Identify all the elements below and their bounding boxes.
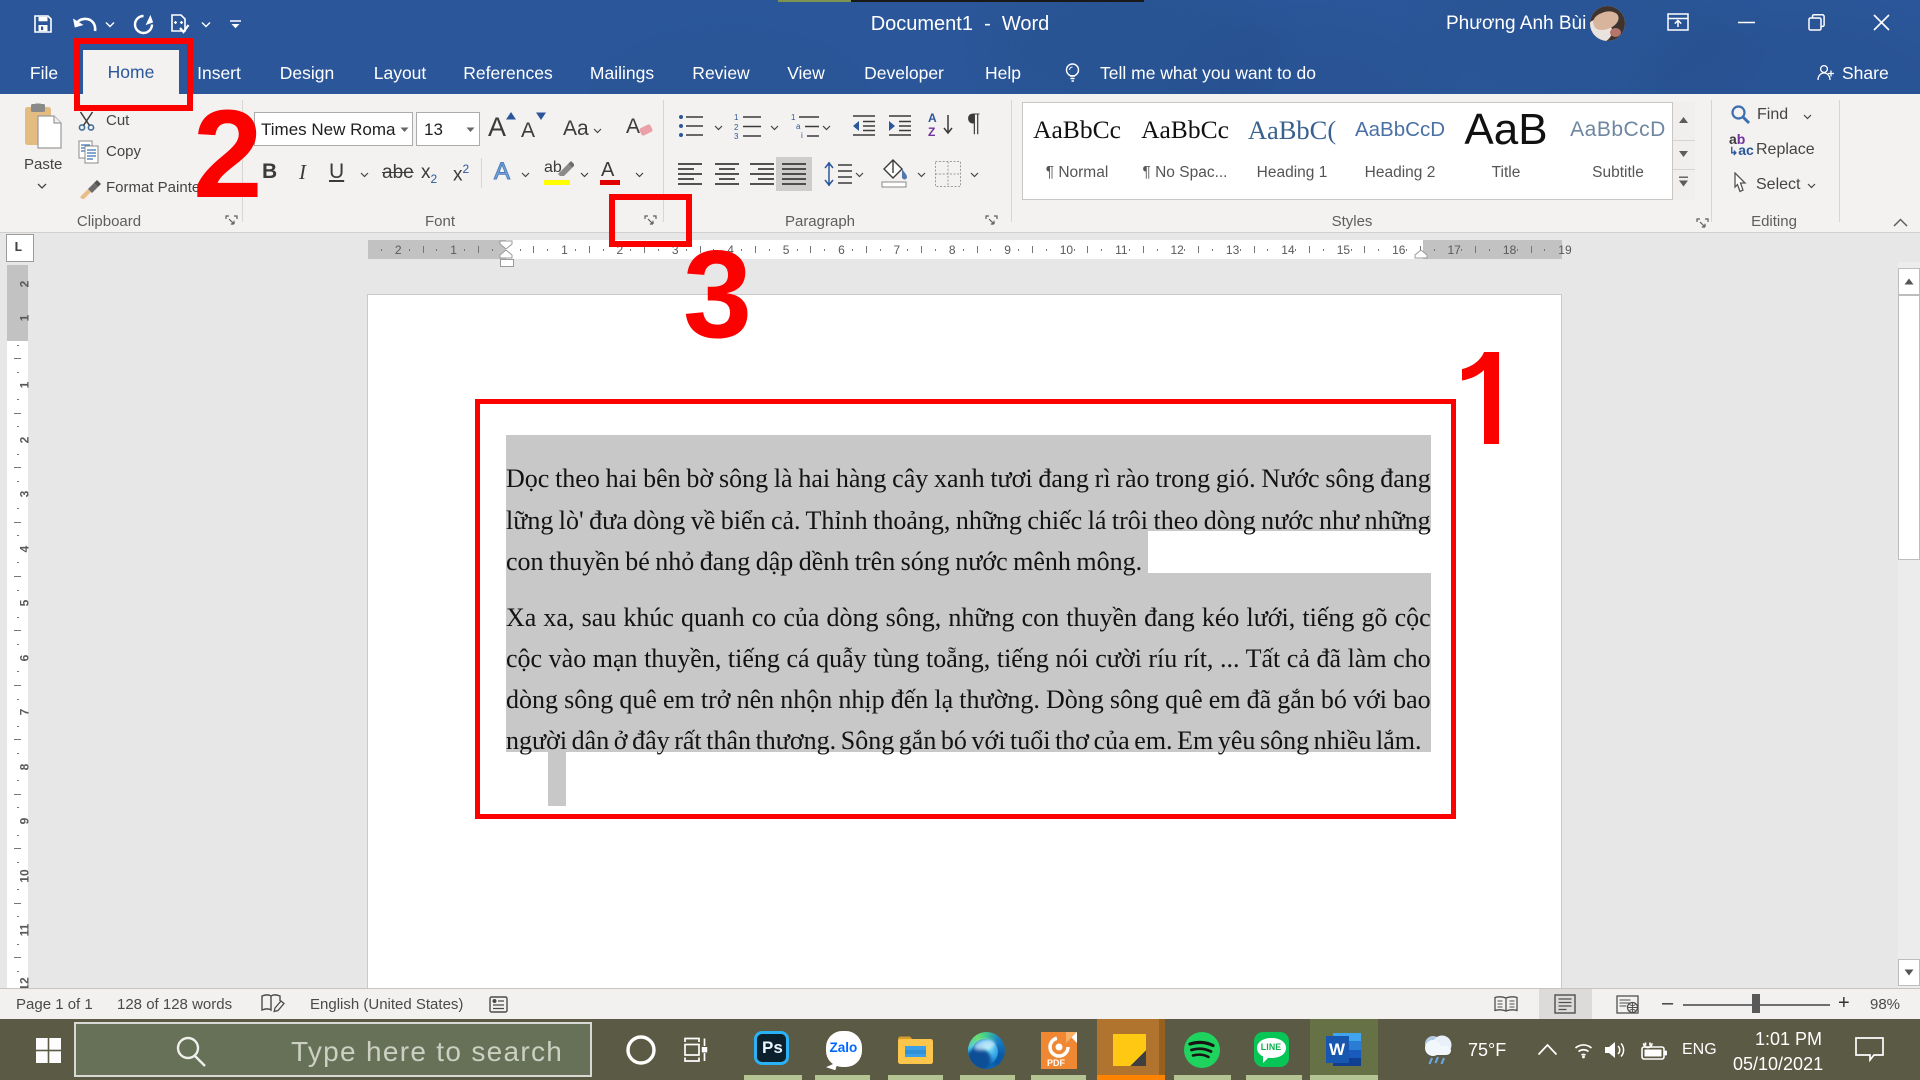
svg-text:A: A bbox=[928, 111, 937, 125]
svg-text:1: 1 bbox=[791, 113, 796, 122]
svg-text:3: 3 bbox=[734, 132, 739, 140]
svg-text:Z: Z bbox=[928, 125, 935, 139]
svg-text:1: 1 bbox=[734, 113, 739, 122]
svg-text:i: i bbox=[801, 131, 803, 140]
svg-text:a: a bbox=[796, 122, 801, 131]
svg-text:2: 2 bbox=[734, 123, 739, 132]
